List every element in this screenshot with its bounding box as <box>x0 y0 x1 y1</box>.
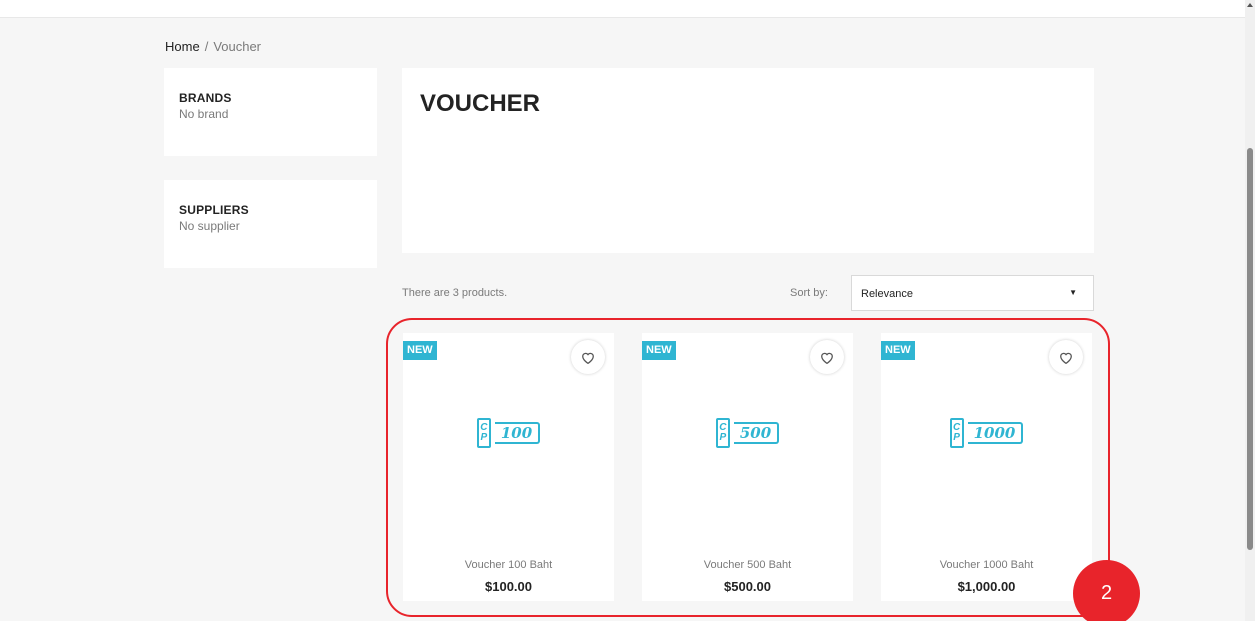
heart-outline-icon <box>1060 352 1072 364</box>
heart-outline-icon <box>821 352 833 364</box>
voucher-logo-amount: 500 <box>733 422 780 444</box>
wishlist-heart-button[interactable] <box>571 340 605 374</box>
annotation-step-badge: 2 <box>1073 560 1140 621</box>
sort-select-value: Relevance <box>861 288 913 300</box>
suppliers-value: No supplier <box>179 219 240 233</box>
product-image[interactable]: CP 100 <box>403 418 614 448</box>
suppliers-title: SUPPLIERS <box>179 203 249 217</box>
voucher-logo-amount: 100 <box>494 422 541 444</box>
suppliers-filter-block: SUPPLIERS No supplier <box>164 180 377 268</box>
wishlist-heart-button[interactable] <box>810 340 844 374</box>
product-price: $100.00 <box>485 579 532 594</box>
scroll-up-arrow-icon[interactable] <box>1247 3 1253 7</box>
breadcrumb-separator: / <box>204 39 209 54</box>
heart-outline-icon <box>582 352 594 364</box>
wishlist-heart-button[interactable] <box>1049 340 1083 374</box>
new-badge: NEW <box>642 341 676 360</box>
product-price: $500.00 <box>724 579 771 594</box>
product-count: There are 3 products. <box>402 287 508 299</box>
brands-value: No brand <box>179 107 229 121</box>
breadcrumb-current: Voucher <box>213 39 262 54</box>
voucher-logo-cp: CP <box>476 418 491 448</box>
sort-select[interactable]: Relevance ▼ <box>851 275 1094 311</box>
voucher-logo: CP 1000 <box>949 418 1024 448</box>
product-card[interactable]: NEW CP 1000 Voucher 1000 Baht $1,000.00 <box>881 333 1092 601</box>
voucher-logo-cp: CP <box>949 418 964 448</box>
category-title: VOUCHER <box>420 90 541 117</box>
product-name[interactable]: Voucher 500 Baht <box>642 559 853 571</box>
product-image[interactable]: CP 500 <box>642 418 853 448</box>
caret-down-icon: ▼ <box>1069 288 1077 297</box>
new-badge: NEW <box>881 341 915 360</box>
voucher-logo-amount: 1000 <box>967 422 1024 444</box>
page-scrollbar[interactable] <box>1245 0 1255 621</box>
product-name[interactable]: Voucher 1000 Baht <box>881 559 1092 571</box>
scroll-thumb[interactable] <box>1247 148 1253 550</box>
product-price: $1,000.00 <box>957 579 1016 594</box>
voucher-logo-cp: CP <box>715 418 730 448</box>
breadcrumb: Home / Voucher <box>165 39 261 54</box>
breadcrumb-home-link[interactable]: Home <box>165 39 200 54</box>
top-bar <box>0 0 1245 18</box>
product-name[interactable]: Voucher 100 Baht <box>403 559 614 571</box>
product-card[interactable]: NEW CP 500 Voucher 500 Baht $500.00 <box>642 333 853 601</box>
product-image[interactable]: CP 1000 <box>881 418 1092 448</box>
brands-title: BRANDS <box>179 91 232 105</box>
voucher-logo: CP 100 <box>476 418 541 448</box>
new-badge: NEW <box>403 341 437 360</box>
sort-label: Sort by: <box>790 287 828 299</box>
voucher-logo: CP 500 <box>715 418 780 448</box>
product-card[interactable]: NEW CP 100 Voucher 100 Baht $100.00 <box>403 333 614 601</box>
category-header: VOUCHER <box>402 68 1094 253</box>
brands-filter-block: BRANDS No brand <box>164 68 377 156</box>
